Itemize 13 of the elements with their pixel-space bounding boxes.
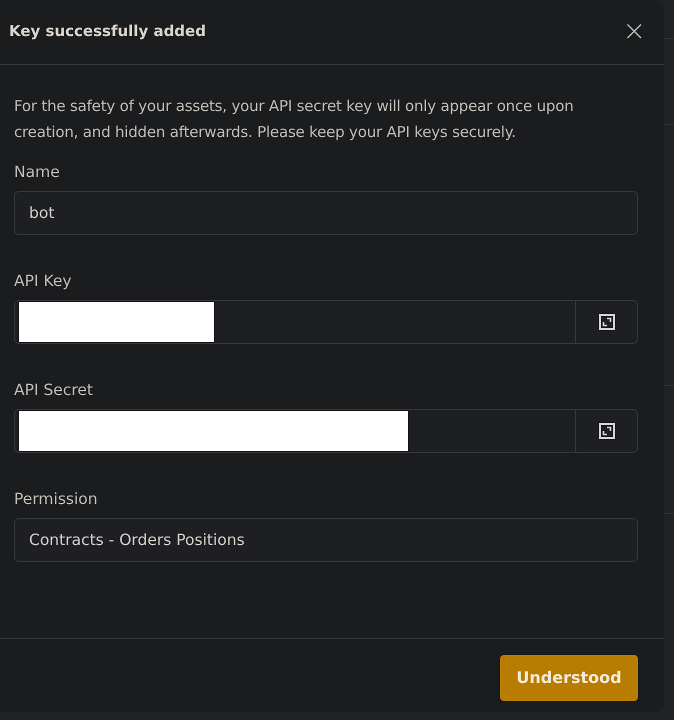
input-field[interactable]: bot — [14, 191, 638, 235]
field-label: API Key — [14, 272, 73, 290]
dialog-title: Key successfully added — [9, 22, 206, 40]
field-label: API Secret — [14, 381, 94, 399]
notice-text: For the safety of your assets, your API secret key will only appear once upon creation, and hidden afterwards. Please keep your API keys securely. — [14, 96, 575, 143]
field-label: Name — [14, 163, 61, 181]
frame-corners-icon[interactable] — [598, 314, 614, 330]
input-field[interactable]: Contracts - Orders Positions — [14, 518, 638, 562]
input-field[interactable] — [14, 300, 638, 344]
input-field[interactable] — [14, 409, 638, 453]
frame-corners-icon[interactable] — [598, 423, 614, 439]
field-label: Permission — [14, 490, 99, 508]
close-button[interactable]: × — [622, 17, 646, 45]
